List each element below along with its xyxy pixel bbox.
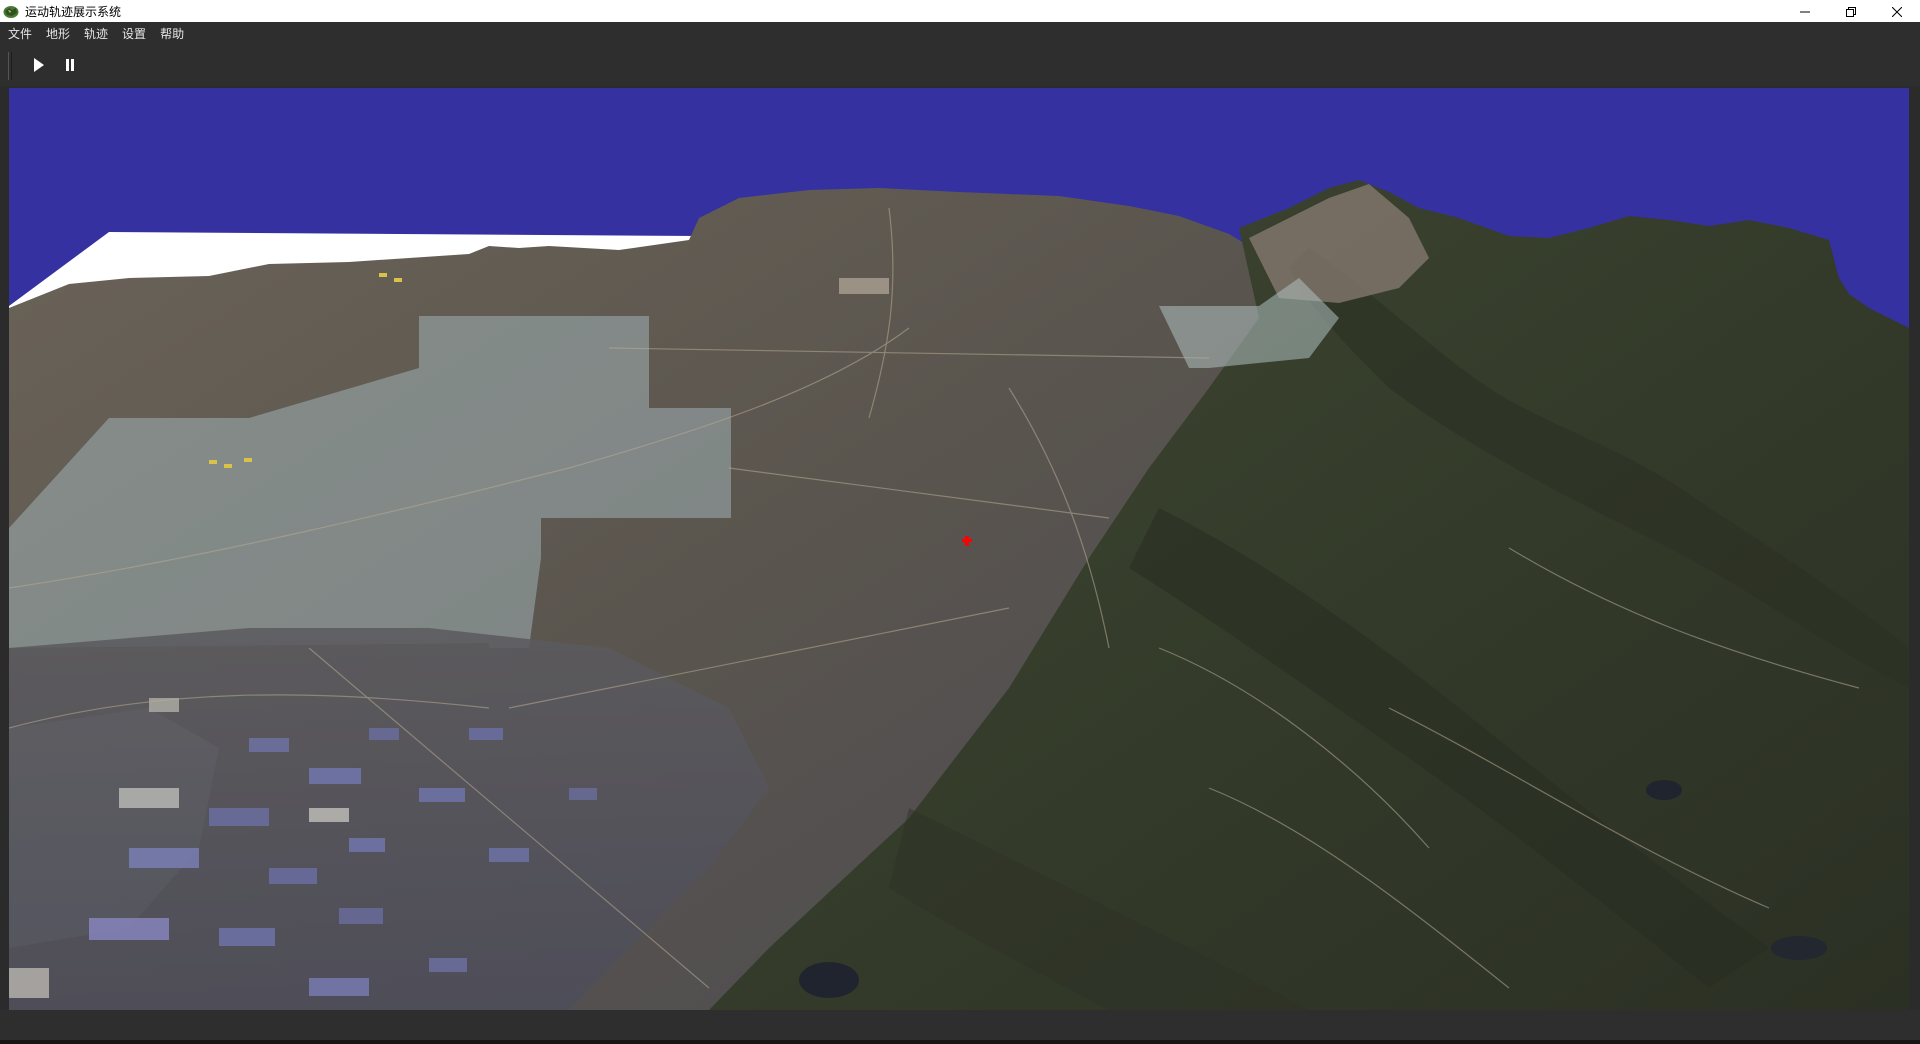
toolbar-grip[interactable] bbox=[8, 52, 12, 80]
restore-button[interactable] bbox=[1828, 0, 1874, 22]
menu-bar: 文件 地形 轨迹 设置 帮助 bbox=[0, 22, 1920, 46]
bottom-border bbox=[0, 1040, 1920, 1044]
menu-trajectory[interactable]: 轨迹 bbox=[76, 23, 114, 45]
pause-icon bbox=[65, 57, 75, 76]
water-body bbox=[1646, 780, 1682, 800]
restore-icon bbox=[1846, 2, 1856, 21]
window-title: 运动轨迹展示系统 bbox=[25, 4, 122, 19]
menu-help[interactable]: 帮助 bbox=[152, 23, 190, 45]
close-icon bbox=[1891, 2, 1903, 21]
terrain-scene bbox=[9, 88, 1909, 1010]
globe-icon bbox=[3, 4, 19, 18]
minimize-button[interactable] bbox=[1782, 0, 1828, 22]
status-bar bbox=[0, 1010, 1920, 1044]
menu-settings[interactable]: 设置 bbox=[114, 23, 152, 45]
play-button[interactable] bbox=[26, 53, 52, 79]
menu-file[interactable]: 文件 bbox=[0, 23, 38, 45]
title-bar[interactable]: 运动轨迹展示系统 bbox=[0, 0, 1920, 22]
close-button[interactable] bbox=[1874, 0, 1920, 22]
water-body bbox=[1771, 936, 1827, 960]
toolbar bbox=[0, 46, 1920, 86]
minimize-icon bbox=[1800, 2, 1810, 21]
window-controls bbox=[1782, 0, 1920, 22]
menu-terrain[interactable]: 地形 bbox=[38, 23, 76, 45]
terrain-3d-viewport[interactable] bbox=[9, 88, 1909, 1010]
water-body bbox=[799, 962, 859, 998]
play-icon bbox=[33, 57, 45, 76]
pause-button[interactable] bbox=[57, 53, 83, 79]
